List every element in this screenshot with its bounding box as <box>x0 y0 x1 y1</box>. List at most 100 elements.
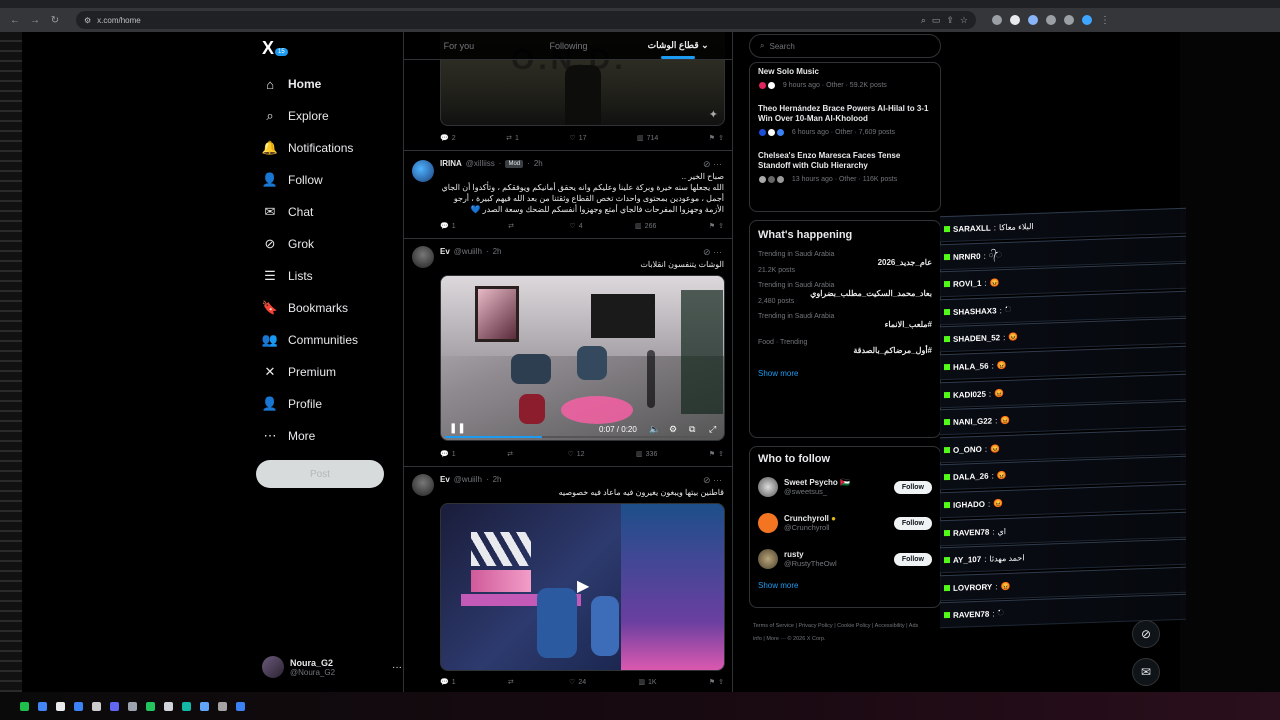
more-icon[interactable]: ··· <box>713 475 722 485</box>
retweet-button[interactable]: ⇄ 1 <box>506 134 519 143</box>
sidebar-item-communities[interactable]: 👥 Communities <box>262 324 358 356</box>
tweet-more-button[interactable]: ⊘ ··· <box>703 159 722 170</box>
taskbar-app-icon[interactable] <box>110 701 119 711</box>
volume-slider[interactable] <box>647 350 655 408</box>
views-button[interactable]: ▥ 714 <box>637 134 658 143</box>
picture-in-picture-icon[interactable]: ⧉ <box>689 424 695 435</box>
taskbar-app-icon[interactable] <box>218 701 227 711</box>
like-button[interactable]: ♡ 24 <box>569 678 586 687</box>
fullscreen-icon[interactable]: ⤢ <box>709 424 716 435</box>
trend-item[interactable]: Trending in Saudi Arabia بعاد_محمد_السكي… <box>758 282 932 305</box>
follow-suggestion[interactable]: Sweet Psycho 🇯🇴 @sweetsus_ Follow <box>758 469 932 505</box>
tweet-author-handle[interactable]: @xilliiss <box>466 159 495 168</box>
taskbar-app-icon[interactable] <box>74 701 83 711</box>
grok-floating-button[interactable]: ⊘ <box>1132 620 1160 648</box>
tweet-time[interactable]: 2h <box>534 159 543 168</box>
taskbar-app-icon[interactable] <box>20 701 29 711</box>
taskbar-app-icon[interactable] <box>200 701 209 711</box>
bookmark-button[interactable]: ⚑ ⇪ <box>709 222 724 230</box>
bookmark-button[interactable]: ⚑ ⇪ <box>709 678 724 686</box>
site-info-icon[interactable]: ⚙ <box>84 16 91 25</box>
tweet-more-button[interactable]: ⊘ ··· <box>703 247 722 258</box>
news-item[interactable]: New Solo Music 9 hours ago · Other · 59.… <box>758 67 932 90</box>
tweet-author-handle[interactable]: @wuiilh <box>454 247 482 256</box>
views-button[interactable]: ▥ 1K <box>638 678 656 687</box>
more-icon[interactable]: ··· <box>713 247 722 257</box>
tweet-video-player[interactable]: ❚❚ 0:07 / 0:20 🔈 ⚙ ⧉ ⤢ <box>440 275 725 441</box>
like-button[interactable]: ♡ 4 <box>569 222 582 231</box>
taskbar-app-icon[interactable] <box>56 701 65 711</box>
views-button[interactable]: ▥ 266 <box>635 222 656 231</box>
menu-icon[interactable]: ⋮ <box>1100 15 1110 26</box>
follow-suggestion[interactable]: Crunchyroll ● @Crunchyroll Follow <box>758 505 932 541</box>
tweet-author-name[interactable]: Ev <box>440 475 450 484</box>
tweet-more-button[interactable]: ⊘ ··· <box>703 475 722 486</box>
footer-links[interactable]: Terms of Service | Privacy Policy | Cook… <box>753 620 923 646</box>
tweet-video-player[interactable]: ▶ <box>440 503 725 671</box>
share-icon[interactable]: ⇪ <box>718 134 724 142</box>
grok-icon[interactable]: ⊘ <box>703 247 711 257</box>
more-icon[interactable]: ··· <box>713 159 722 169</box>
follow-button[interactable]: Follow <box>893 552 932 566</box>
taskbar-app-icon[interactable] <box>38 701 47 711</box>
retweet-button[interactable]: ⇄ <box>508 222 517 230</box>
news-item[interactable]: Theo Hernández Brace Powers Al-Hilal to … <box>758 104 932 137</box>
share-icon[interactable]: ⇪ <box>718 450 724 458</box>
tab-following[interactable]: Following <box>514 32 624 59</box>
account-switcher[interactable]: Noura_G2 @Noura_G2 ··· <box>262 656 402 678</box>
reply-button[interactable]: 💬 1 <box>440 450 456 459</box>
like-button[interactable]: ♡ 12 <box>567 450 584 459</box>
follow-suggestion[interactable]: rusty @RustyTheOwl Follow <box>758 541 932 577</box>
grok-icon[interactable]: ⊘ <box>703 475 711 485</box>
share-icon[interactable]: ⇪ <box>718 678 724 686</box>
retweet-button[interactable]: ⇄ <box>507 450 516 458</box>
extension-icon[interactable] <box>992 14 1002 25</box>
trend-item[interactable]: Trending in Saudi Arabia #ملعب_الانماء <box>758 313 932 329</box>
tweet-author-name[interactable]: IRINA <box>440 159 462 168</box>
sidebar-item-chat[interactable]: ✉ Chat <box>262 196 358 228</box>
pause-icon[interactable]: ❚❚ <box>449 423 466 434</box>
retweet-button[interactable]: ⇄ <box>508 678 517 686</box>
bookmark-button[interactable]: ⚑ ⇪ <box>709 450 724 458</box>
follow-button[interactable]: Follow <box>893 516 932 530</box>
profile-avatar-icon[interactable] <box>1082 14 1092 25</box>
tweet-time[interactable]: 2h <box>493 247 502 256</box>
sidebar-item-more[interactable]: ⋯ More <box>262 420 358 452</box>
avatar[interactable] <box>412 474 434 496</box>
address-bar[interactable]: ⚙ x.com/home ⌕ ▭ ⇪ ☆ <box>76 11 976 29</box>
tweet-author-handle[interactable]: @wuiilh <box>454 475 482 484</box>
taskbar-app-icon[interactable] <box>164 701 173 711</box>
reload-icon[interactable]: ↻ <box>48 13 62 27</box>
share-icon[interactable]: ⇪ <box>718 222 724 230</box>
taskbar-app-icon[interactable] <box>236 701 245 711</box>
sidebar-item-follow[interactable]: 👤 Follow <box>262 164 358 196</box>
messages-floating-button[interactable]: ✉ <box>1132 658 1160 686</box>
reply-button[interactable]: 💬 1 <box>440 222 456 231</box>
show-more-link[interactable]: Show more <box>758 369 932 378</box>
reply-button[interactable]: 💬 2 <box>440 134 456 143</box>
extension-icon[interactable] <box>1028 14 1038 25</box>
avatar[interactable] <box>412 160 434 182</box>
sidebar-item-notifications[interactable]: 🔔 15 Notifications <box>262 48 358 164</box>
tab-community[interactable]: قطاع الوشات ⌄ <box>623 32 732 59</box>
reply-button[interactable]: 💬 1 <box>440 678 456 687</box>
x-logo-icon[interactable]: X <box>262 38 274 59</box>
sidebar-item-home[interactable]: ⌂ Home <box>262 68 358 100</box>
sidebar-item-premium[interactable]: ✕ Premium <box>262 356 358 388</box>
extension-icon[interactable] <box>1010 14 1020 25</box>
settings-icon[interactable]: ⚙ <box>669 424 677 435</box>
sidebar-item-profile[interactable]: 👤 Profile <box>262 388 358 420</box>
search-input[interactable]: ⌕ Search <box>749 34 941 58</box>
extension-icon[interactable] <box>1046 14 1056 25</box>
tab-for-you[interactable]: For you <box>404 32 514 59</box>
taskbar-app-icon[interactable] <box>182 701 191 711</box>
share-icon[interactable]: ⇪ <box>946 15 954 26</box>
news-item[interactable]: Chelsea's Enzo Maresca Faces Tense Stand… <box>758 151 932 184</box>
taskbar-app-icon[interactable] <box>128 701 137 711</box>
back-icon[interactable]: ← <box>8 13 22 27</box>
post-button[interactable]: Post <box>256 460 384 488</box>
avatar[interactable] <box>412 246 434 268</box>
trend-item[interactable]: Food · Trending #أول_مرضاكم_بالصدقة <box>758 339 932 355</box>
zoom-icon[interactable]: ⌕ <box>921 15 926 26</box>
follow-button[interactable]: Follow <box>893 480 932 494</box>
